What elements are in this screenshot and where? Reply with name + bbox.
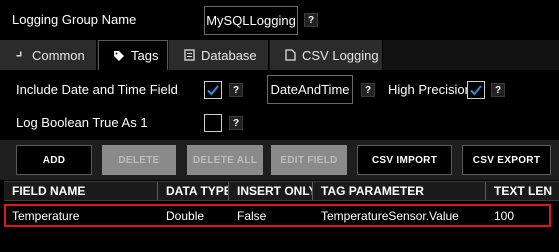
column-header-data-type[interactable]: DATA TYPE	[158, 182, 229, 200]
include-date-time-help-button[interactable]: ?	[229, 83, 243, 97]
checkmark-icon	[470, 85, 482, 96]
high-precision-checkbox[interactable]	[467, 81, 485, 99]
edit-field-button[interactable]: EDIT FIELD	[271, 145, 347, 175]
tab-database-label: Database	[201, 47, 257, 63]
date-time-field-input[interactable]: DateAndTime	[267, 75, 353, 104]
delete-button[interactable]: DELETE	[102, 145, 176, 175]
tab-tags-label: Tags	[131, 48, 159, 63]
tab-tags[interactable]: Tags	[98, 40, 168, 70]
cell-field-name: Temperature	[12, 208, 80, 223]
column-header-text-length[interactable]: TEXT LEN	[486, 182, 559, 200]
tag-icon	[113, 50, 125, 62]
tab-common[interactable]: Common	[0, 40, 97, 70]
checkmark-icon	[207, 85, 219, 96]
group-name-help-button[interactable]: ?	[304, 13, 318, 27]
add-button[interactable]: ADD	[16, 145, 92, 175]
delete-all-button[interactable]: DELETE ALL	[187, 145, 263, 175]
chevron-icon	[14, 49, 26, 61]
cell-tag-parameter: TemperatureSensor.Value	[321, 208, 459, 223]
cell-text-length: 100	[494, 208, 515, 223]
tab-common-label: Common	[32, 47, 85, 63]
high-precision-help-button[interactable]: ?	[491, 83, 505, 97]
database-icon	[183, 49, 195, 61]
cell-insert-only: False	[237, 208, 267, 223]
log-boolean-help-button[interactable]: ?	[229, 116, 243, 130]
date-time-field-help-button[interactable]: ?	[361, 83, 375, 97]
csv-import-button[interactable]: CSV IMPORT	[357, 145, 452, 175]
csv-export-button[interactable]: CSV EXPORT	[462, 145, 551, 175]
column-header-insert-only[interactable]: INSERT ONLY	[229, 182, 313, 200]
csv-icon	[284, 49, 296, 61]
tab-csv-logging[interactable]: CSV Logging	[270, 40, 383, 70]
tab-csv-logging-label: CSV Logging	[302, 47, 379, 63]
group-name-label: Logging Group Name	[12, 12, 137, 27]
log-boolean-checkbox[interactable]	[204, 114, 222, 132]
group-name-field[interactable]: MySQLLogging	[204, 6, 298, 35]
log-boolean-label: Log Boolean True As 1	[16, 115, 148, 130]
include-date-time-label: Include Date and Time Field	[16, 82, 178, 97]
high-precision-label: High Precision	[388, 82, 472, 97]
include-date-time-checkbox[interactable]	[204, 81, 222, 99]
column-header-field-name[interactable]: FIELD NAME	[4, 182, 158, 200]
cell-data-type: Double	[166, 208, 205, 223]
tab-database[interactable]: Database	[169, 40, 269, 70]
column-header-tag-parameter[interactable]: TAG PARAMETER	[313, 182, 486, 200]
